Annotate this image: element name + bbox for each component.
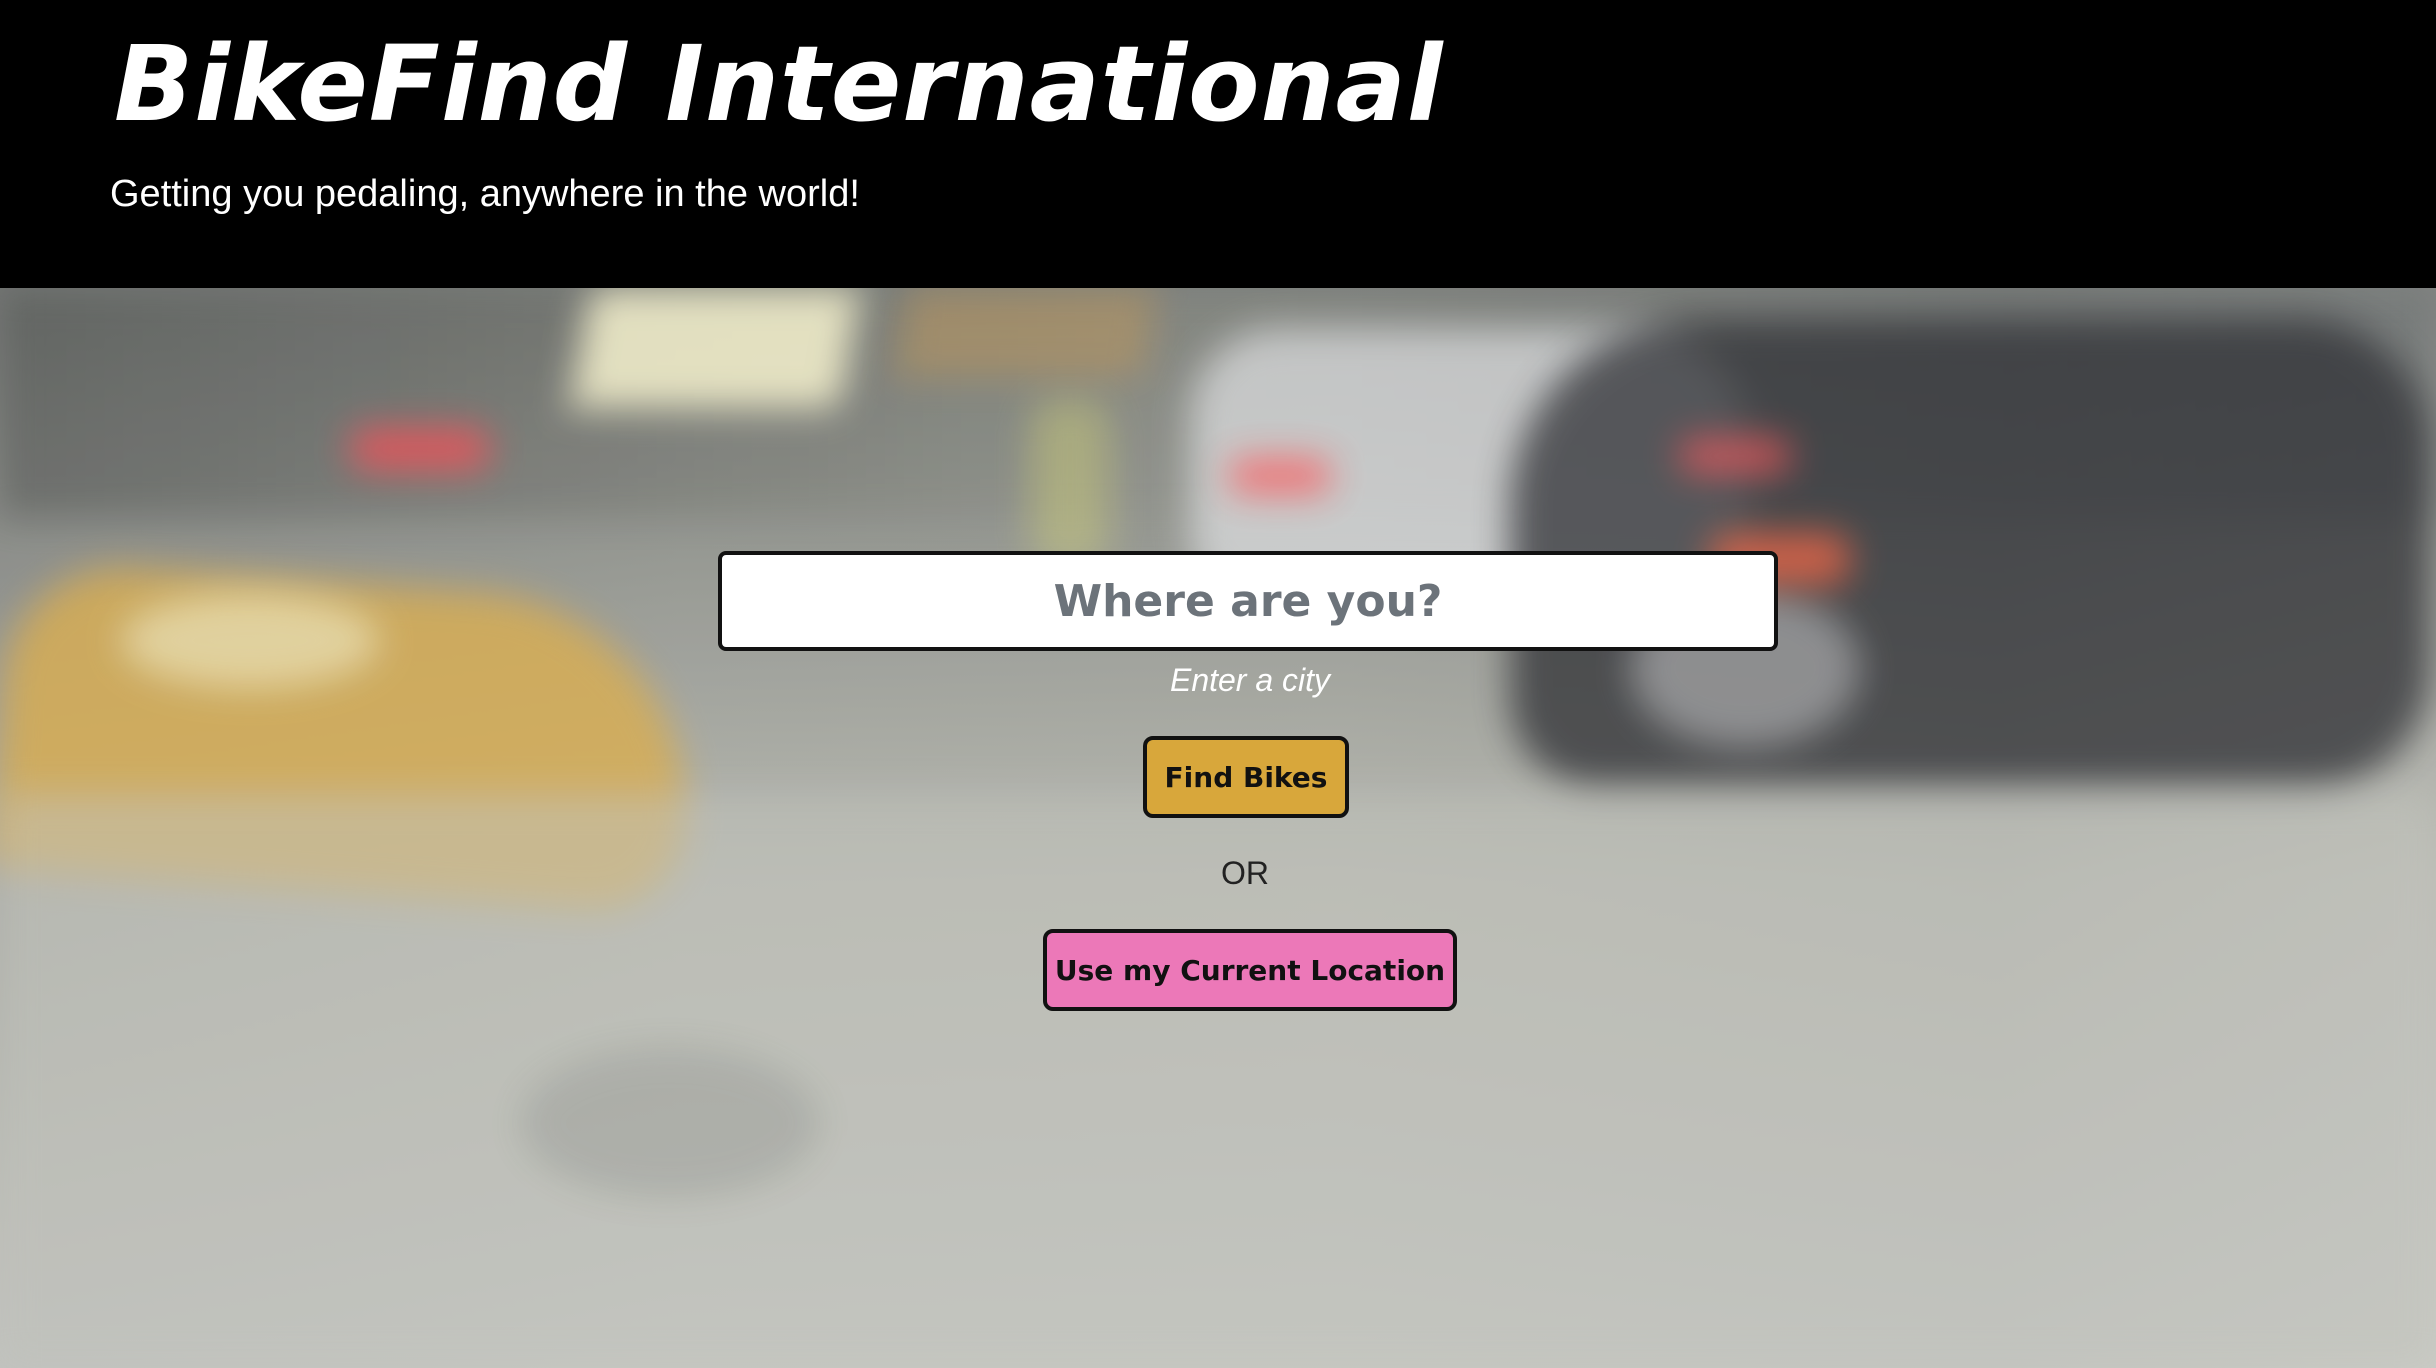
location-search-panel: Enter a city Find Bikes OR Use my Curren… bbox=[0, 288, 2436, 1368]
site-header: BikeFind International Getting you pedal… bbox=[0, 0, 2436, 288]
find-bikes-button[interactable]: Find Bikes bbox=[1143, 736, 1349, 818]
site-subtitle: Getting you pedaling, anywhere in the wo… bbox=[110, 173, 860, 215]
hero-background: Enter a city Find Bikes OR Use my Curren… bbox=[0, 288, 2436, 1368]
location-hint: Enter a city bbox=[1169, 662, 1331, 698]
use-current-location-button[interactable]: Use my Current Location bbox=[1043, 929, 1457, 1011]
location-input[interactable] bbox=[718, 551, 1778, 651]
site-title: BikeFind International bbox=[114, 23, 1444, 145]
or-separator: OR bbox=[1221, 855, 1269, 891]
